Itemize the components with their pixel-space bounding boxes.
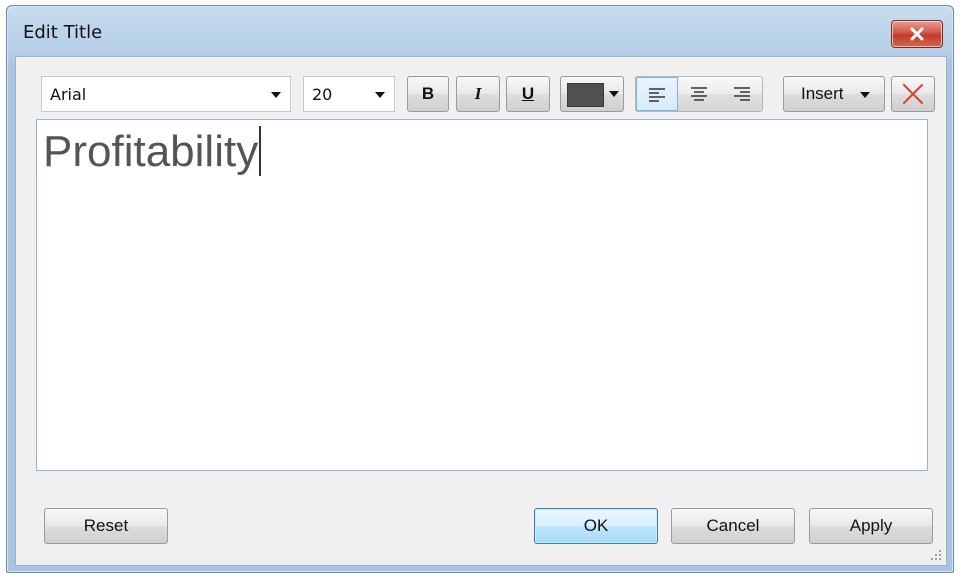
resize-grip-icon[interactable] xyxy=(930,549,942,561)
bold-icon: B xyxy=(421,84,435,103)
chevron-down-icon xyxy=(860,92,870,98)
close-icon xyxy=(910,27,924,41)
align-left-button[interactable] xyxy=(636,77,678,111)
cancel-button[interactable]: Cancel xyxy=(671,508,795,544)
edit-title-dialog: Edit Title Arial 20 B I U Insert Profita… xyxy=(6,5,954,573)
italic-icon: I xyxy=(474,84,482,103)
title-text: Profitability xyxy=(43,127,259,176)
bold-button[interactable]: B xyxy=(407,76,449,112)
chevron-down-icon xyxy=(609,91,619,97)
close-button[interactable] xyxy=(891,20,943,48)
ok-button[interactable]: OK xyxy=(534,508,658,544)
align-left-icon xyxy=(649,88,665,102)
red-x-icon xyxy=(902,83,924,105)
clear-button[interactable] xyxy=(891,76,935,112)
align-center-icon xyxy=(691,87,707,101)
underline-button[interactable]: U xyxy=(506,76,550,112)
insert-button[interactable]: Insert xyxy=(783,76,885,112)
editor-content: Profitability xyxy=(43,126,262,177)
alignment-group xyxy=(635,76,763,112)
align-right-icon xyxy=(734,87,750,101)
dialog-title: Edit Title xyxy=(23,22,103,43)
title-text-editor[interactable]: Profitability xyxy=(36,119,928,471)
align-center-button[interactable] xyxy=(678,77,720,111)
font-size-select[interactable]: 20 xyxy=(303,76,395,112)
text-caret xyxy=(259,126,262,176)
font-family-select[interactable]: Arial xyxy=(41,76,291,112)
font-size-value: 20 xyxy=(312,85,333,104)
align-right-button[interactable] xyxy=(720,77,762,111)
underline-icon: U xyxy=(521,84,535,103)
title-bar[interactable]: Edit Title xyxy=(7,6,953,56)
font-family-value: Arial xyxy=(50,85,87,104)
color-swatch xyxy=(567,83,604,107)
chevron-down-icon xyxy=(271,92,281,98)
reset-button[interactable]: Reset xyxy=(44,508,168,544)
italic-button[interactable]: I xyxy=(456,76,500,112)
chevron-down-icon xyxy=(375,92,385,98)
insert-label: Insert xyxy=(801,84,844,103)
apply-button[interactable]: Apply xyxy=(809,508,933,544)
dialog-body: Arial 20 B I U Insert Profitability Rese… xyxy=(15,56,947,566)
font-color-picker[interactable] xyxy=(560,76,624,112)
